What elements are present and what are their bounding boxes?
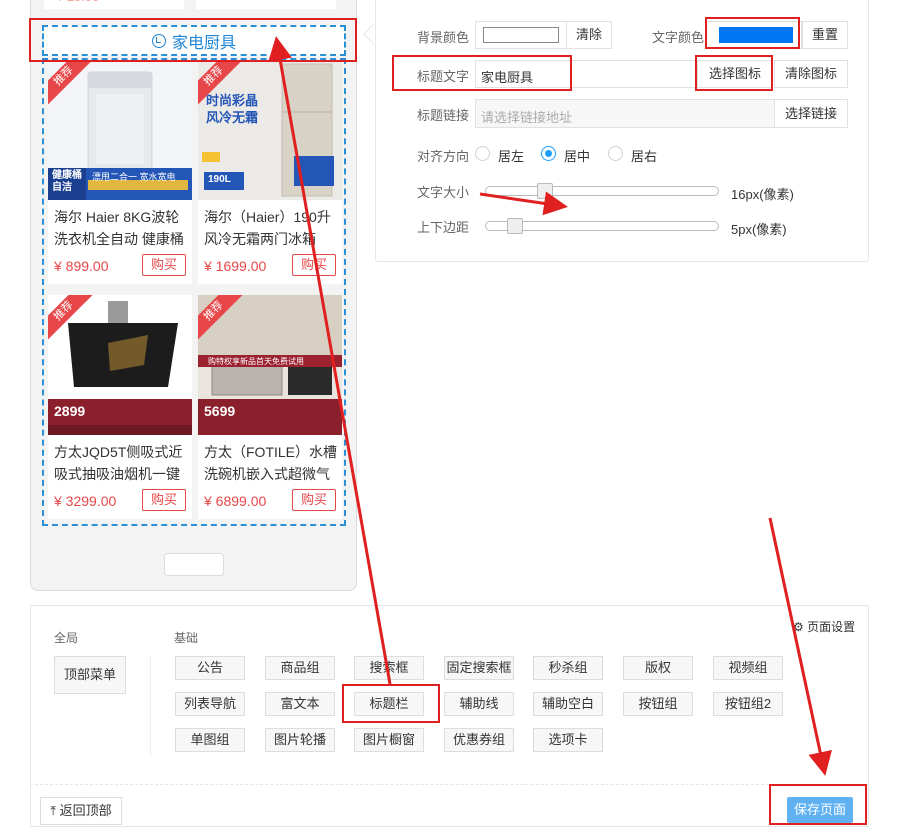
- buy-button[interactable]: 购买: [292, 489, 336, 511]
- component-button[interactable]: 固定搜索框: [444, 656, 514, 680]
- product-price: ¥ 899.00: [54, 258, 109, 274]
- page-settings-link[interactable]: ⚙ 页面设置: [793, 618, 855, 635]
- choose-link-button[interactable]: 选择链接: [774, 99, 848, 128]
- fridge-title-2: 风冷无霜: [206, 110, 259, 125]
- product-name[interactable]: 海尔 Haier 8KG波轮洗衣机全自动 健康桶: [54, 206, 188, 250]
- gear-icon: ⚙: [793, 620, 804, 634]
- sink-banner-text: 购特权享新品首天免费试用: [208, 357, 304, 366]
- product-card[interactable]: 购特权享新品首天免费试用 5699 推荐 方太（FOTILE）水槽洗碗机嵌入式超…: [198, 295, 342, 519]
- product-price: ¥ 6899.00: [204, 493, 267, 509]
- washer-sub-text: 漂甩二合一 宽水宽电: [92, 172, 176, 182]
- component-button[interactable]: 选项卡: [533, 728, 603, 752]
- basic-section-label: 基础: [174, 631, 199, 645]
- component-button[interactable]: 公告: [175, 656, 245, 680]
- title-link-input[interactable]: 请选择链接地址: [475, 99, 775, 128]
- title-link-label: 标题链接: [417, 108, 470, 123]
- font-size-slider[interactable]: [485, 186, 719, 196]
- margin-value: 5px(像素): [731, 222, 787, 237]
- phone-bottom-button[interactable]: [164, 553, 224, 576]
- component-button[interactable]: 商品组: [265, 656, 335, 680]
- annotation-box-choose-icon: [695, 55, 773, 91]
- margin-slider-handle[interactable]: [506, 218, 523, 234]
- annotation-box-save-page: [769, 784, 867, 825]
- align-right-label[interactable]: 居右: [631, 146, 657, 165]
- component-button[interactable]: 图片轮播: [265, 728, 335, 752]
- component-button[interactable]: 辅助线: [444, 692, 514, 716]
- annotation-box-title-preview: [29, 18, 357, 62]
- font-size-slider-handle[interactable]: [537, 183, 554, 199]
- text-color-label: 文字颜色: [652, 30, 705, 45]
- component-button[interactable]: 按钮组: [623, 692, 693, 716]
- bottom-divider: [30, 784, 869, 785]
- arrow-up-icon: ⤒: [50, 803, 57, 818]
- align-center-radio[interactable]: [541, 146, 556, 161]
- sink-price-badge: 5699: [204, 403, 236, 419]
- component-button[interactable]: 优惠券组: [444, 728, 514, 752]
- product-name[interactable]: 方太JQD5T侧吸式近吸式抽吸油烟机一键: [54, 441, 188, 485]
- component-button[interactable]: 富文本: [265, 692, 335, 716]
- phone-preview: ¥ 25.00 家电厨具 健康桶自洁 漂甩二合一 宽水宽电 推荐 海尔 Haie…: [30, 0, 357, 591]
- align-center-label[interactable]: 居中: [564, 146, 590, 165]
- bg-color-picker[interactable]: [475, 21, 567, 49]
- component-button[interactable]: 辅助空白: [533, 692, 603, 716]
- global-section-label: 全局: [54, 631, 79, 645]
- section-divider: [150, 656, 151, 756]
- component-button[interactable]: 视频组: [713, 656, 783, 680]
- fridge-capacity: 190L: [208, 174, 231, 185]
- component-button[interactable]: 按钮组2: [713, 692, 783, 716]
- buy-button[interactable]: 购买: [142, 489, 186, 511]
- product-price: ¥ 1699.00: [204, 258, 267, 274]
- product-price: ¥ 3299.00: [54, 493, 117, 509]
- component-button[interactable]: 列表导航: [175, 692, 245, 716]
- back-to-top-button[interactable]: ⤒ 返回顶部: [40, 797, 122, 825]
- product-name[interactable]: 方太（FOTILE）水槽洗碗机嵌入式超微气: [204, 441, 338, 485]
- bg-color-clear-button[interactable]: 清除: [566, 21, 612, 49]
- align-left-label[interactable]: 居左: [498, 146, 524, 165]
- bg-color-label: 背景颜色: [417, 30, 470, 45]
- margin-label: 上下边距: [417, 220, 470, 235]
- product-card[interactable]: 2899 推荐 方太JQD5T侧吸式近吸式抽吸油烟机一键 ¥ 3299.00 购…: [48, 295, 192, 519]
- annotation-box-title-text: [392, 55, 572, 91]
- previous-goods-stub: ¥ 25.00: [44, 0, 184, 9]
- font-size-label: 文字大小: [417, 185, 470, 200]
- product-name[interactable]: 海尔（Haier）190升风冷无霜两门冰箱: [204, 206, 338, 250]
- buy-button[interactable]: 购买: [142, 254, 186, 276]
- title-link-placeholder: 请选择链接地址: [481, 110, 573, 125]
- page-settings-label: 页面设置: [807, 620, 856, 634]
- product-card[interactable]: 健康桶自洁 漂甩二合一 宽水宽电 推荐 海尔 Haier 8KG波轮洗衣机全自动…: [48, 60, 192, 284]
- buy-button[interactable]: 购买: [292, 254, 336, 276]
- washer-banner-text: 健康桶自洁: [52, 170, 82, 193]
- align-label: 对齐方向: [417, 149, 470, 164]
- components-panel: [30, 605, 869, 827]
- previous-goods-stub: [196, 0, 336, 9]
- align-left-radio[interactable]: [475, 146, 490, 161]
- annotation-box-title-bar-component: [342, 684, 440, 723]
- goods-group-preview[interactable]: 健康桶自洁 漂甩二合一 宽水宽电 推荐 海尔 Haier 8KG波轮洗衣机全自动…: [42, 58, 346, 526]
- product-card[interactable]: 时尚彩晶 风冷无霜 190L 推荐 海尔（Haier）190升风冷无霜两门冰箱 …: [198, 60, 342, 284]
- annotation-box-text-color: [705, 17, 800, 49]
- align-right-radio[interactable]: [608, 146, 623, 161]
- hood-price-badge: 2899: [54, 403, 86, 419]
- back-to-top-label: 返回顶部: [59, 803, 112, 818]
- component-top-menu[interactable]: 顶部菜单: [54, 656, 126, 694]
- font-size-value: 16px(像素): [731, 187, 794, 202]
- component-button[interactable]: 秒杀组: [533, 656, 603, 680]
- clear-icon-button[interactable]: 清除图标: [774, 60, 848, 88]
- component-button[interactable]: 搜索框: [354, 656, 424, 680]
- component-button[interactable]: 单图组: [175, 728, 245, 752]
- component-button[interactable]: 图片橱窗: [354, 728, 424, 752]
- component-button[interactable]: 版权: [623, 656, 693, 680]
- text-color-reset-button[interactable]: 重置: [802, 21, 848, 49]
